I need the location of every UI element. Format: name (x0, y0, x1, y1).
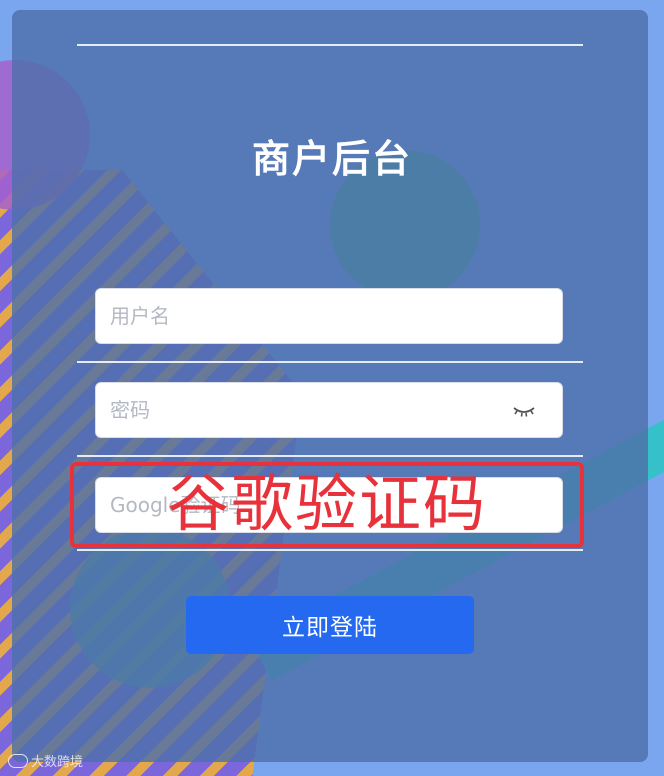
page-title: 商户后台 (251, 137, 412, 181)
annotation-label: 谷歌验证码 (166, 467, 487, 540)
username-field-container (95, 288, 563, 344)
eye-closed-icon[interactable] (512, 401, 536, 421)
login-button[interactable]: 立即登陆 (186, 596, 474, 654)
password-divider (77, 455, 583, 457)
google-code-divider (77, 549, 583, 551)
username-divider (77, 361, 583, 363)
watermark: 大数跨境 (8, 751, 83, 770)
password-input[interactable] (96, 383, 562, 437)
password-field-container (95, 382, 563, 438)
watermark-text: 大数跨境 (31, 755, 84, 770)
watermark-logo-icon (8, 753, 28, 768)
login-page: 商户后台 谷歌验证码 立即登陆 大数跨境 (0, 0, 664, 776)
username-input[interactable] (96, 289, 562, 343)
top-divider (77, 44, 583, 46)
